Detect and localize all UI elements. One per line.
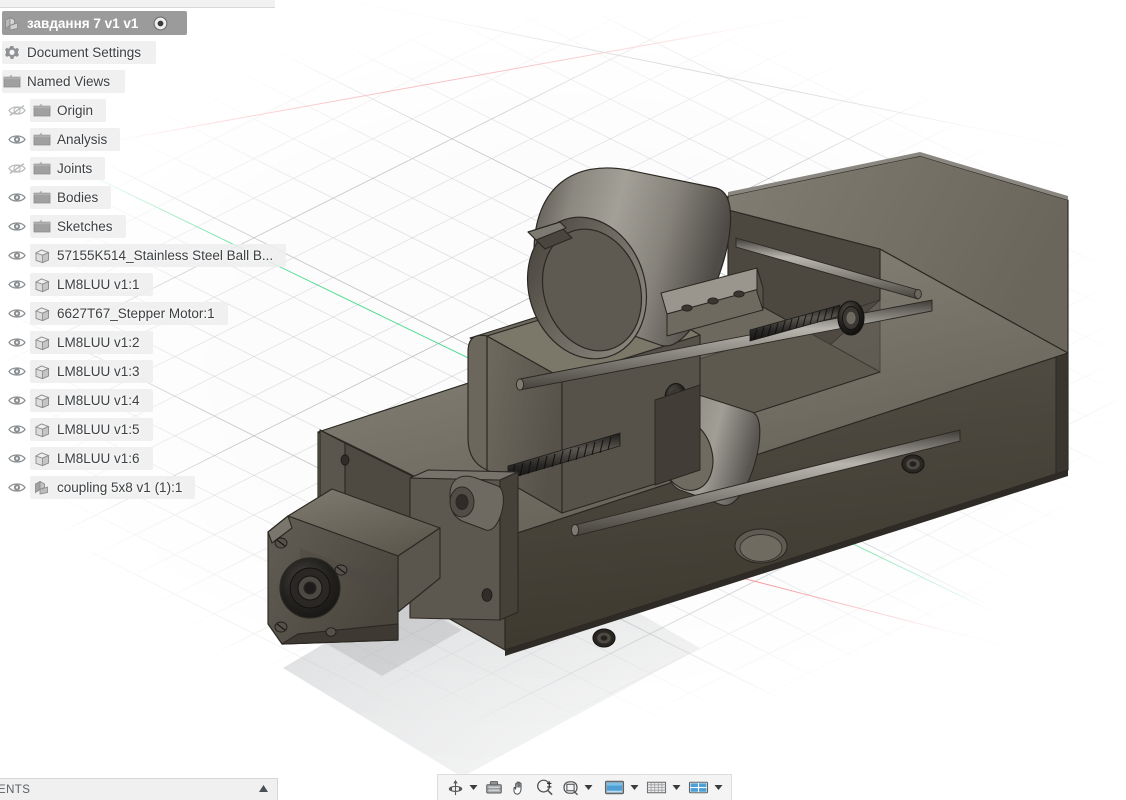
look-at-icon[interactable]	[481, 776, 507, 800]
browser-item-lm8luu-v1-1[interactable]: LM8LUU v1:1	[0, 270, 300, 299]
caret-up-icon[interactable]	[258, 784, 269, 795]
browser-item-label: 57155K514_Stainless Steel Ball B...	[57, 248, 274, 263]
browser-item-label: Analysis	[57, 132, 108, 147]
folder-icon	[30, 98, 54, 124]
visibility-eye-off-icon[interactable]	[4, 156, 30, 182]
visibility-eye-icon[interactable]	[4, 272, 30, 298]
browser-item-lm8luu-v1-5[interactable]: LM8LUU v1:5	[0, 415, 300, 444]
browser-item-label: LM8LUU v1:1	[57, 277, 140, 292]
folder-icon	[0, 69, 24, 95]
viewport-layout-dropdown-caret-icon[interactable]	[713, 776, 724, 800]
browser-item-label: LM8LUU v1:4	[57, 393, 140, 408]
body-icon	[30, 301, 54, 327]
browser-item-label: LM8LUU v1:3	[57, 364, 140, 379]
browser-root-row[interactable]: завдання 7 v1 v1	[0, 8, 300, 38]
viewport-layout-icon[interactable]	[684, 776, 713, 800]
visibility-eye-icon[interactable]	[4, 185, 30, 211]
browser-item-label: Bodies	[57, 190, 99, 205]
browser-item-label: Origin	[57, 103, 94, 118]
display-settings-dropdown-caret-icon[interactable]	[629, 776, 640, 800]
folder-icon	[30, 214, 54, 240]
browser-item-label: LM8LUU v1:6	[57, 451, 140, 466]
comments-panel-header[interactable]: ENTS	[0, 778, 278, 800]
folder-icon	[30, 127, 54, 153]
visibility-eye-icon[interactable]	[4, 301, 30, 327]
body-icon	[30, 272, 54, 298]
browser-item-analysis[interactable]: Analysis	[0, 125, 300, 154]
body-icon	[30, 417, 54, 443]
fit-dropdown-caret-icon[interactable]	[583, 776, 594, 800]
browser-item-label: Document Settings	[27, 45, 142, 60]
component-icon	[30, 475, 54, 501]
folder-icon	[30, 185, 54, 211]
browser-panel[interactable]: завдання 7 v1 v1 Document Settings Named…	[0, 8, 300, 502]
browser-item-6627t67-stepper-motor-1[interactable]: 6627T67_Stepper Motor:1	[0, 299, 300, 328]
visibility-eye-icon[interactable]	[4, 330, 30, 356]
browser-item-label: LM8LUU v1:2	[57, 335, 140, 350]
component-icon	[0, 10, 24, 36]
activate-radio-icon[interactable]	[148, 11, 172, 35]
visibility-eye-icon[interactable]	[4, 359, 30, 385]
browser-item-named-views[interactable]: Named Views	[0, 67, 300, 96]
body-icon	[30, 388, 54, 414]
fit-to-window-icon[interactable]	[558, 776, 583, 800]
display-settings-icon[interactable]	[600, 776, 629, 800]
visibility-eye-icon[interactable]	[4, 127, 30, 153]
orbit-dropdown-caret-icon[interactable]	[468, 776, 479, 800]
zoom-magnifier-icon[interactable]	[532, 776, 558, 800]
top-toolbar-edge	[0, 0, 275, 8]
fusion-window: завдання 7 v1 v1 Document Settings Named…	[0, 0, 1126, 800]
browser-item-label: 6627T67_Stepper Motor:1	[57, 306, 215, 321]
folder-icon	[30, 156, 54, 182]
browser-item-document-settings[interactable]: Document Settings	[0, 38, 300, 67]
grid-snaps-dropdown-caret-icon[interactable]	[671, 776, 682, 800]
gear-icon	[0, 40, 24, 66]
visibility-eye-icon[interactable]	[4, 214, 30, 240]
visibility-eye-off-icon[interactable]	[4, 98, 30, 124]
browser-item-bodies[interactable]: Bodies	[0, 183, 300, 212]
browser-tree[interactable]: Document Settings Named Views Origin Ana…	[0, 38, 300, 502]
visibility-eye-icon[interactable]	[4, 388, 30, 414]
visibility-eye-icon[interactable]	[4, 243, 30, 269]
browser-item-lm8luu-v1-2[interactable]: LM8LUU v1:2	[0, 328, 300, 357]
body-icon	[30, 243, 54, 269]
browser-item-57155k514-stainless-steel-ball-b[interactable]: 57155K514_Stainless Steel Ball B...	[0, 241, 300, 270]
visibility-eye-icon[interactable]	[4, 417, 30, 443]
browser-item-origin[interactable]: Origin	[0, 96, 300, 125]
pan-hand-icon[interactable]	[507, 776, 532, 800]
browser-item-label: Joints	[57, 161, 93, 176]
browser-item-lm8luu-v1-6[interactable]: LM8LUU v1:6	[0, 444, 300, 473]
browser-item-joints[interactable]: Joints	[0, 154, 300, 183]
browser-item-sketches[interactable]: Sketches	[0, 212, 300, 241]
browser-item-label: Named Views	[27, 74, 111, 89]
browser-item-lm8luu-v1-3[interactable]: LM8LUU v1:3	[0, 357, 300, 386]
visibility-eye-icon[interactable]	[4, 446, 30, 472]
browser-item-coupling-5x8-v1-1-1[interactable]: coupling 5x8 v1 (1):1	[0, 473, 300, 502]
visibility-eye-icon[interactable]	[4, 475, 30, 501]
browser-item-label: coupling 5x8 v1 (1):1	[57, 480, 183, 495]
body-icon	[30, 446, 54, 472]
body-icon	[30, 359, 54, 385]
browser-item-lm8luu-v1-4[interactable]: LM8LUU v1:4	[0, 386, 300, 415]
grid-snaps-icon[interactable]	[642, 776, 671, 800]
view-navigation-bar[interactable]	[437, 774, 732, 800]
comments-label: ENTS	[0, 783, 31, 796]
document-title: завдання 7 v1 v1	[27, 15, 139, 31]
browser-item-label: LM8LUU v1:5	[57, 422, 140, 437]
browser-item-label: Sketches	[57, 219, 113, 234]
orbit-icon[interactable]	[443, 776, 468, 800]
body-icon	[30, 330, 54, 356]
